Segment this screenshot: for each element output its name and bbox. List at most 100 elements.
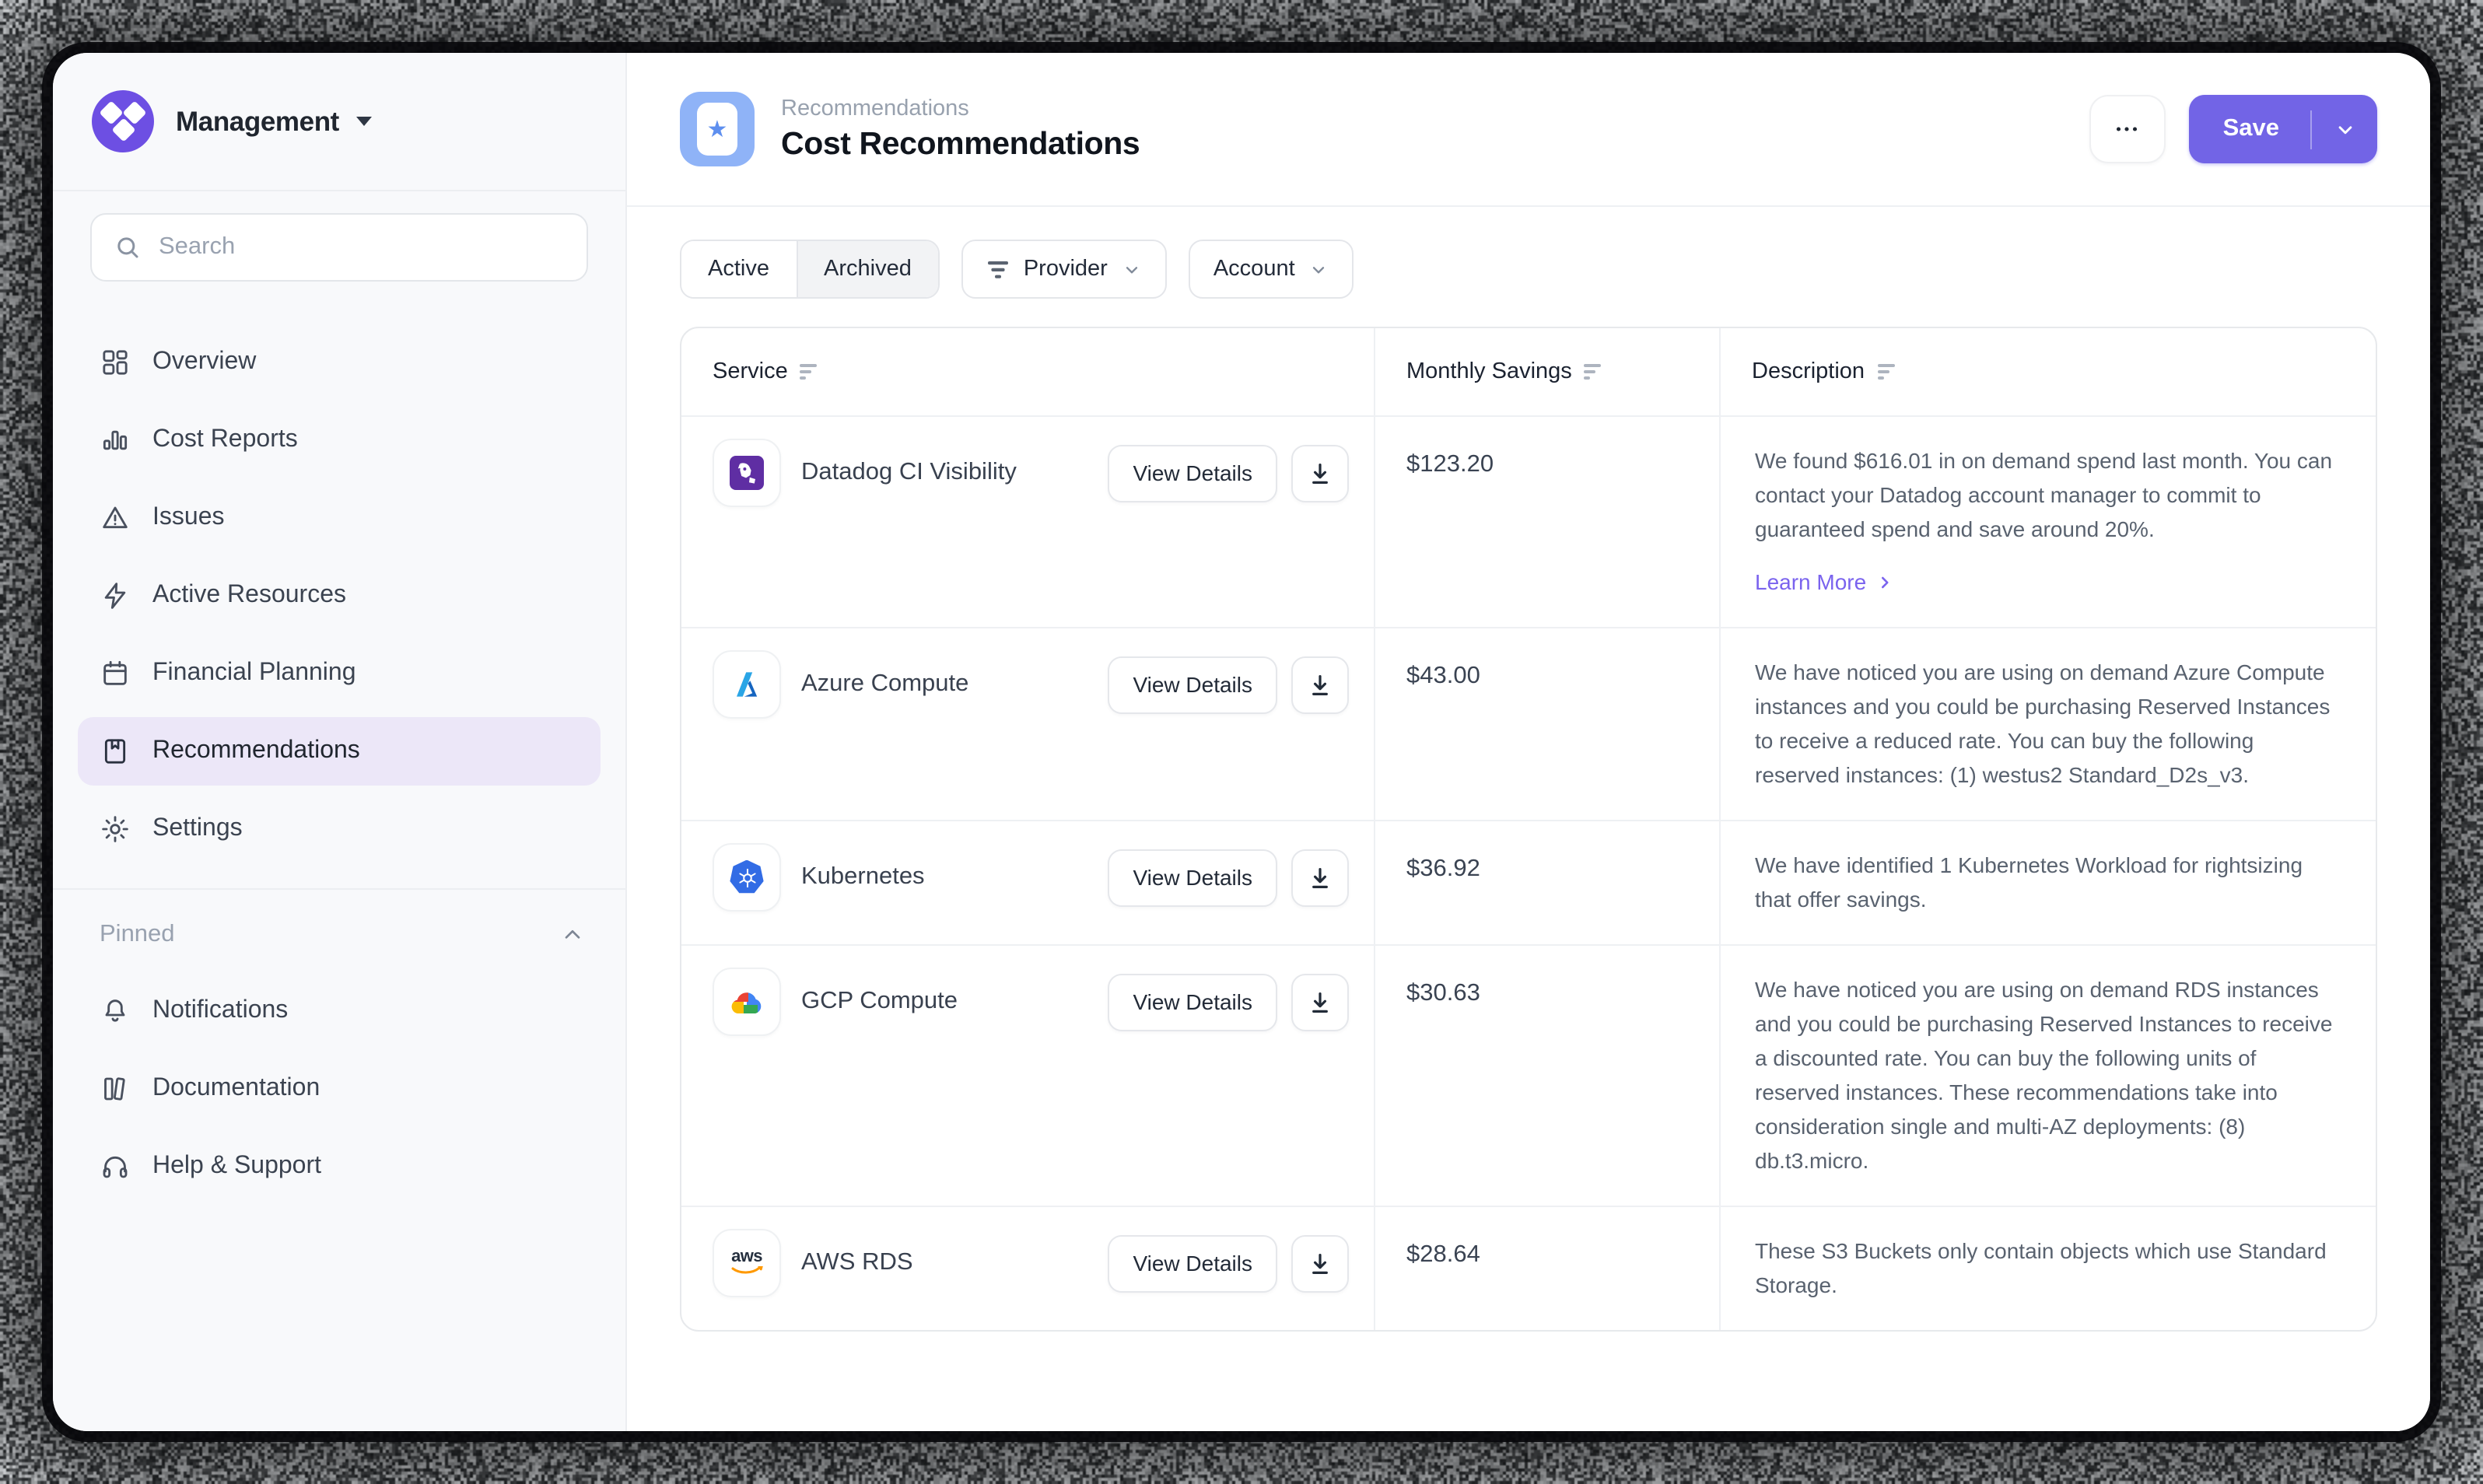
save-dropdown-button[interactable]	[2312, 95, 2377, 163]
dashboard-icon	[100, 347, 131, 378]
download-icon	[1307, 864, 1333, 891]
sidebar-item-overview[interactable]: Overview	[78, 328, 601, 397]
sidebar-item-notifications[interactable]: Notifications	[78, 977, 601, 1045]
tab-archived[interactable]: Archived	[796, 241, 938, 297]
gcp-logo-icon	[728, 989, 765, 1015]
alert-triangle-icon	[100, 502, 131, 534]
service-name: Kubernetes	[801, 863, 925, 891]
download-icon	[1307, 671, 1333, 698]
monthly-savings-value: $43.00	[1374, 628, 1719, 820]
datadog-logo-icon	[730, 456, 764, 490]
stage: Management Overview Cost Reports Is	[0, 0, 2483, 1484]
table-row: Azure Compute View Details $43.00 We hav…	[681, 627, 2376, 820]
learn-more-link[interactable]: Learn More	[1755, 565, 2341, 599]
download-button[interactable]	[1291, 444, 1349, 502]
provider-filter-button[interactable]: Provider	[961, 240, 1167, 299]
sidebar-item-label: Cost Reports	[152, 426, 298, 454]
monthly-savings-value: $30.63	[1374, 946, 1719, 1206]
bookmark-icon	[100, 736, 131, 767]
tab-active[interactable]: Active	[681, 241, 796, 297]
download-icon	[1307, 1250, 1333, 1276]
pinned-label: Pinned	[100, 921, 175, 949]
filter-icon	[986, 259, 1010, 279]
recommendations-table: Service Monthly Savings Description	[680, 327, 2377, 1332]
save-split-button[interactable]: Save	[2189, 95, 2377, 163]
view-details-button[interactable]: View Details	[1108, 444, 1277, 502]
column-header-monthly-savings[interactable]: Monthly Savings	[1374, 328, 1719, 415]
search-input[interactable]	[159, 233, 566, 261]
provider-filter-label: Provider	[1024, 257, 1108, 282]
caret-down-icon	[356, 117, 372, 126]
recommendation-description: We found $616.01 in on demand spend last…	[1755, 448, 2332, 541]
bar-chart-icon	[100, 425, 131, 456]
calendar-icon	[100, 658, 131, 689]
service-icon-chip	[713, 439, 781, 507]
sidebar-item-label: Issues	[152, 504, 225, 532]
recommendation-description: We have identified 1 Kubernetes Workload…	[1755, 852, 2303, 912]
filter-row: Active Archived Provider Account	[627, 207, 2430, 327]
ellipsis-icon	[2114, 115, 2142, 143]
more-options-button[interactable]	[2089, 95, 2166, 163]
bell-icon	[100, 996, 131, 1027]
download-button[interactable]	[1291, 849, 1349, 906]
column-header-description[interactable]: Description	[1719, 328, 2376, 415]
download-button[interactable]	[1291, 656, 1349, 713]
download-icon	[1307, 989, 1333, 1015]
sidebar-item-settings[interactable]: Settings	[78, 795, 601, 863]
table-row: aws AWS RDS View Details $28.64	[681, 1206, 2376, 1330]
sort-icon	[1585, 362, 1605, 381]
sidebar-item-documentation[interactable]: Documentation	[78, 1055, 601, 1123]
service-name: AWS RDS	[801, 1249, 913, 1277]
sidebar-item-active-resources[interactable]: Active Resources	[78, 562, 601, 630]
sort-icon	[800, 362, 821, 381]
brand-logo-icon	[92, 90, 154, 152]
sidebar-item-cost-reports[interactable]: Cost Reports	[78, 406, 601, 474]
sidebar-item-label: Notifications	[152, 997, 288, 1025]
view-details-button[interactable]: View Details	[1108, 849, 1277, 906]
table-header-row: Service Monthly Savings Description	[681, 328, 2376, 415]
download-button[interactable]	[1291, 973, 1349, 1031]
sidebar-item-financial-planning[interactable]: Financial Planning	[78, 639, 601, 708]
bolt-icon	[100, 580, 131, 611]
sidebar-item-label: Help & Support	[152, 1153, 321, 1181]
view-details-button[interactable]: View Details	[1108, 973, 1277, 1031]
monthly-savings-value: $28.64	[1374, 1207, 1719, 1330]
pinned-section-header: Pinned	[53, 890, 625, 964]
chevron-right-icon	[1874, 572, 1894, 592]
table-row: GCP Compute View Details $30.63 We have …	[681, 944, 2376, 1206]
breadcrumb: Recommendations	[781, 96, 1140, 121]
chevron-down-icon	[1122, 259, 1142, 279]
sidebar-item-label: Settings	[152, 815, 243, 843]
page-header: ★ Recommendations Cost Recommendations S…	[627, 53, 2430, 207]
monthly-savings-value: $123.20	[1374, 417, 1719, 627]
sidebar-item-help-support[interactable]: Help & Support	[78, 1132, 601, 1201]
chevron-down-icon	[1309, 259, 1329, 279]
account-filter-label: Account	[1213, 257, 1295, 282]
sidebar-item-issues[interactable]: Issues	[78, 484, 601, 552]
download-button[interactable]	[1291, 1234, 1349, 1292]
service-name: Datadog CI Visibility	[801, 459, 1017, 487]
view-details-button[interactable]: View Details	[1108, 1234, 1277, 1292]
sidebar-search[interactable]	[90, 213, 588, 282]
search-icon	[112, 232, 143, 263]
account-filter-button[interactable]: Account	[1189, 240, 1354, 299]
workspace-switcher[interactable]: Management	[53, 53, 625, 191]
sidebar-item-label: Active Resources	[152, 582, 346, 610]
kubernetes-logo-icon	[729, 859, 765, 895]
sidebar-item-label: Documentation	[152, 1075, 320, 1103]
service-icon-chip: aws	[713, 1229, 781, 1297]
chevron-up-icon[interactable]	[560, 922, 585, 947]
sidebar-item-recommendations[interactable]: Recommendations	[78, 717, 601, 786]
save-button[interactable]: Save	[2189, 115, 2310, 143]
chevron-down-icon	[2333, 117, 2356, 141]
recommendation-description: These S3 Buckets only contain objects wh…	[1755, 1238, 2327, 1297]
sidebar: Management Overview Cost Reports Is	[53, 53, 627, 1431]
books-icon	[100, 1073, 131, 1104]
service-icon-chip	[713, 968, 781, 1036]
gear-icon	[100, 814, 131, 845]
column-header-service[interactable]: Service	[681, 328, 1374, 415]
view-details-button[interactable]: View Details	[1108, 656, 1277, 713]
service-icon-chip	[713, 650, 781, 719]
sidebar-item-label: Overview	[152, 348, 256, 376]
azure-logo-icon	[730, 667, 764, 702]
